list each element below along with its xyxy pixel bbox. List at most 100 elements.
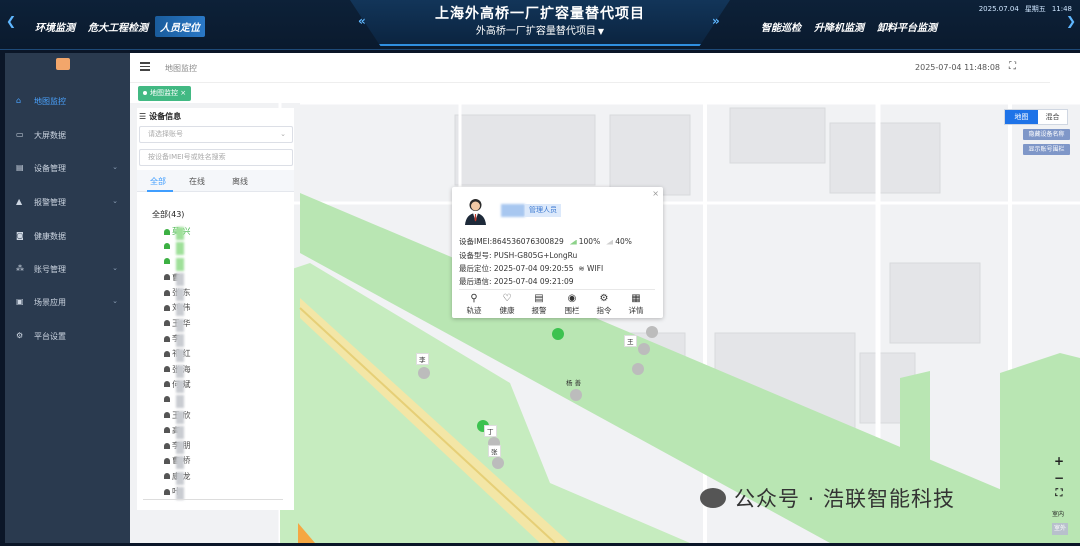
nav-personnel-location[interactable]: 人员定位 [155, 16, 205, 37]
person-marker-offline[interactable] [646, 326, 658, 338]
nav-elevator-monitor[interactable]: 升降机监测 [814, 19, 864, 34]
nav-smart-inspection[interactable]: 智能巡检 [761, 19, 801, 34]
sidebar-item-label: 大屏数据 [34, 131, 66, 140]
command-button[interactable]: ⚙ 指令 [591, 292, 617, 316]
wifi-text: WIFI [587, 264, 604, 273]
status-tabs: 全部 在线 离线 [137, 170, 294, 192]
person-tree-item[interactable]: 刘 伟 [164, 302, 284, 317]
person-marker-online[interactable] [552, 328, 564, 340]
tab-all[interactable]: 全部 [150, 176, 166, 187]
account-select[interactable]: 请选择账号 ⌄ [139, 126, 293, 143]
person-tree-item[interactable]: 王 欣 [164, 410, 284, 425]
person-icon [164, 320, 170, 327]
sidebar-item-alarm-management[interactable]: ▲ 报警管理 ⌄ [5, 192, 130, 212]
detail-button[interactable]: ▦ 详情 [623, 292, 649, 316]
sidebar-item-platform-settings[interactable]: ⚙ 平台设置 [5, 326, 130, 346]
sidebar-item-device-management[interactable]: ▤ 设备管理 ⌄ [5, 158, 130, 178]
building [829, 122, 941, 194]
person-marker-offline[interactable] [638, 343, 650, 355]
person-icon [164, 381, 170, 388]
person-tree-item[interactable]: 王 华 [164, 318, 284, 333]
sidebar-item-scene-application[interactable]: ▣ 场景应用 ⌄ [5, 292, 130, 312]
sidebar: ⌂ 地图监控 ▭ 大屏数据 ▤ 设备管理 ⌄ ▲ 报警管理 ⌄ ◙ 健康数据 ⁂ 账号管理 ⌄ ▣… [5, 53, 130, 543]
tree-root-all[interactable]: 全部(43) [152, 209, 184, 220]
person-tree-item[interactable]: 曹 桥 [164, 455, 284, 470]
tab-offline[interactable]: 离线 [232, 176, 248, 187]
fence-button[interactable]: ◉ 围栏 [559, 292, 585, 316]
person-tree-item[interactable]: 高 [164, 425, 284, 440]
health-icon: ♡ [502, 293, 512, 304]
zoom-in-button[interactable]: + [1052, 454, 1066, 468]
person-tree-item[interactable] [164, 241, 284, 256]
person-icon [164, 350, 170, 357]
indoor-toggle[interactable]: 室内 [1052, 509, 1064, 518]
person-tree-item[interactable] [164, 257, 284, 272]
person-marker-offline[interactable] [492, 457, 504, 469]
person-tree-item[interactable]: 张 东 [164, 287, 284, 302]
health-button[interactable]: ♡ 健康 [494, 292, 520, 316]
panel-title-text: 设备信息 [149, 112, 182, 121]
person-tree-item[interactable]: 李 朋 [164, 440, 284, 455]
person-icon [164, 473, 170, 480]
sidebar-item-health-data[interactable]: ◙ 健康数据 [5, 226, 130, 246]
person-tree-item[interactable]: 李 [164, 333, 284, 348]
outdoor-toggle[interactable]: 室外 [1052, 523, 1068, 535]
app-root: { "header": { "title": "上海外高桥一厂扩容量替代项目",… [0, 0, 1080, 546]
breadcrumb[interactable]: 地图监控 [165, 63, 197, 74]
chevron-down-icon: ⌄ [112, 264, 118, 272]
header-time: 11:48 [1051, 5, 1072, 13]
wifi-icon: ≋ [578, 264, 585, 273]
scene-icon: ▣ [16, 297, 24, 306]
home-icon: ⌂ [16, 96, 22, 105]
person-tree-item[interactable]: 张 海 [164, 364, 284, 379]
name-redaction [176, 257, 184, 271]
show-fence-button[interactable]: 显示账号围栏 [1023, 144, 1070, 155]
name-redaction [176, 303, 184, 317]
close-icon[interactable]: × [180, 89, 186, 97]
fullscreen-icon[interactable]: ⛶ [1009, 61, 1016, 72]
person-marker-offline[interactable] [418, 367, 430, 379]
map-type-hybrid[interactable]: 混合 [1038, 110, 1067, 124]
track-button[interactable]: ⚲ 轨迹 [461, 292, 487, 316]
nav-left-arrow-icon[interactable]: ❮ [6, 14, 16, 28]
chevron-down-icon: ⌄ [280, 130, 286, 138]
person-icon [164, 457, 170, 464]
tab-map-monitor[interactable]: 地图监控 × [138, 86, 192, 101]
sidebar-item-big-screen[interactable]: ▭ 大屏数据 [5, 125, 130, 145]
person-marker-offline[interactable] [570, 389, 582, 401]
person-marker-offline[interactable] [632, 363, 644, 375]
alarm-icon: ▲ [16, 197, 23, 206]
zoom-out-button[interactable]: − [1052, 471, 1066, 485]
alarm-button[interactable]: ▤ 报警 [526, 292, 552, 316]
project-selector[interactable]: 外高桥一厂扩容量替代项目 ▼ [350, 22, 730, 37]
person-tree-item[interactable]: 祁 红 [164, 348, 284, 363]
logo [56, 58, 70, 70]
detail-icon: ▦ [631, 293, 641, 304]
device-search-input[interactable]: 按设备IMEI号或姓名搜索 [139, 149, 293, 166]
nav-environment[interactable]: 环境监测 [35, 19, 75, 34]
building [889, 262, 981, 344]
map-fullscreen-button[interactable]: ⛶ [1052, 488, 1066, 499]
marker-label: 丁 [484, 425, 497, 437]
nav-platform-monitor[interactable]: 卸料平台监测 [877, 19, 937, 34]
person-tree-item[interactable]: 康 龙 [164, 471, 284, 486]
person-tree-item[interactable]: 莫 兴 [164, 226, 284, 241]
close-icon[interactable]: × [652, 189, 659, 198]
nav-right-arrow-icon[interactable]: ❯ [1066, 14, 1076, 28]
sidebar-item-map-monitor[interactable]: ⌂ 地图监控 [5, 91, 130, 111]
hide-device-name-button[interactable]: 隐藏设备名称 [1023, 129, 1070, 140]
menu-toggle-icon[interactable] [140, 62, 150, 72]
battery-icon [569, 239, 577, 245]
tab-online[interactable]: 在线 [189, 176, 205, 187]
sidebar-item-account-management[interactable]: ⁂ 账号管理 ⌄ [5, 259, 130, 279]
person-icon [164, 427, 170, 434]
fence-label: 围栏 [564, 306, 580, 315]
nav-hazardous-works[interactable]: 危大工程检测 [88, 19, 148, 34]
header-date: 2025.07.04 [978, 5, 1019, 13]
signal-value: 40% [615, 237, 632, 246]
person-tree-item[interactable]: 何 斌 [164, 379, 284, 394]
map-type-map[interactable]: 地图 [1005, 110, 1038, 124]
person-tree-item[interactable] [164, 394, 284, 409]
person-tree-item[interactable]: 曹 [164, 272, 284, 287]
track-label: 轨迹 [466, 306, 482, 315]
